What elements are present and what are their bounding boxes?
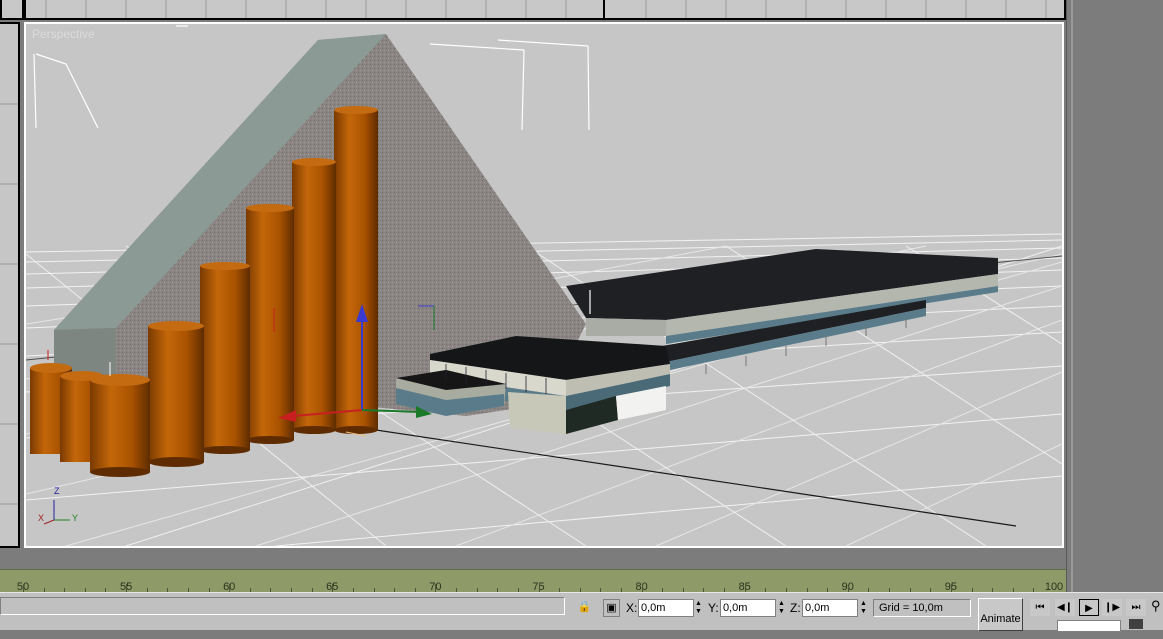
zoom-icon[interactable]: ⚲ bbox=[1151, 598, 1161, 614]
selection-icon[interactable]: ▣ bbox=[603, 599, 620, 617]
z-label: Z: bbox=[790, 601, 801, 615]
scene-render bbox=[26, 25, 1062, 546]
tick-mark bbox=[435, 584, 437, 592]
tick-mark bbox=[847, 584, 849, 592]
lock-icon[interactable]: 🔒 bbox=[576, 599, 593, 617]
y-spinner[interactable]: ▲ ▼ bbox=[778, 600, 785, 616]
z-coordinate-field[interactable]: 0,0m bbox=[802, 599, 858, 617]
y-label: Y: bbox=[708, 601, 719, 615]
top-left-viewport[interactable] bbox=[0, 0, 24, 20]
perspective-viewport[interactable]: Perspective Z X Y bbox=[24, 22, 1064, 548]
axis-tripod bbox=[43, 500, 70, 525]
panel-divider bbox=[1071, 0, 1073, 592]
axis-x-label: X bbox=[38, 513, 45, 523]
tick-mark bbox=[950, 584, 952, 592]
next-frame-icon[interactable]: ❙▶ bbox=[1102, 599, 1122, 616]
top-viewports-strip bbox=[0, 0, 1066, 22]
tick-mark bbox=[23, 584, 24, 592]
axis-y-label: Y bbox=[72, 513, 79, 523]
status-bar: 🔒 ▣ X: 0,0m ▲ ▼ Y: 0,0m ▲ ▼ Z: 0,0m ▲ ▼ Gri… bbox=[0, 592, 1163, 632]
y-coordinate-field[interactable]: 0,0m bbox=[720, 599, 776, 617]
go-to-end-icon[interactable]: ⏭ bbox=[1126, 599, 1146, 616]
left-viewport[interactable] bbox=[0, 22, 20, 548]
tick-mark bbox=[126, 584, 128, 592]
key-mode-icon[interactable] bbox=[1129, 619, 1143, 629]
tick-mark bbox=[641, 584, 643, 592]
viewport-label[interactable]: Perspective bbox=[32, 27, 95, 41]
grid-size-display: Grid = 10,0m bbox=[873, 599, 971, 617]
tick-mark bbox=[538, 584, 540, 592]
x-spinner[interactable]: ▲ ▼ bbox=[695, 600, 702, 616]
tick-mark bbox=[229, 584, 231, 592]
command-panel[interactable] bbox=[1066, 0, 1163, 592]
x-coordinate-field[interactable]: 0,0m bbox=[638, 599, 694, 617]
axis-z-label: Z bbox=[54, 486, 60, 496]
top-viewport[interactable] bbox=[24, 0, 1066, 20]
go-to-start-icon[interactable]: ⏮ bbox=[1030, 599, 1050, 616]
tick-mark bbox=[744, 584, 746, 592]
previous-frame-icon[interactable]: ◀❙ bbox=[1055, 599, 1075, 616]
x-label: X: bbox=[626, 601, 638, 615]
track-bar[interactable]: 50556065707580859095100 bbox=[0, 569, 1066, 593]
z-spinner[interactable]: ▲ ▼ bbox=[860, 600, 867, 616]
cylinders[interactable] bbox=[30, 106, 378, 477]
current-frame-field[interactable] bbox=[1057, 620, 1121, 632]
animate-button[interactable]: Animate bbox=[978, 598, 1023, 631]
play-icon[interactable]: ▶ bbox=[1079, 599, 1099, 616]
prompt-line[interactable] bbox=[0, 597, 565, 615]
tick-mark bbox=[332, 584, 334, 592]
